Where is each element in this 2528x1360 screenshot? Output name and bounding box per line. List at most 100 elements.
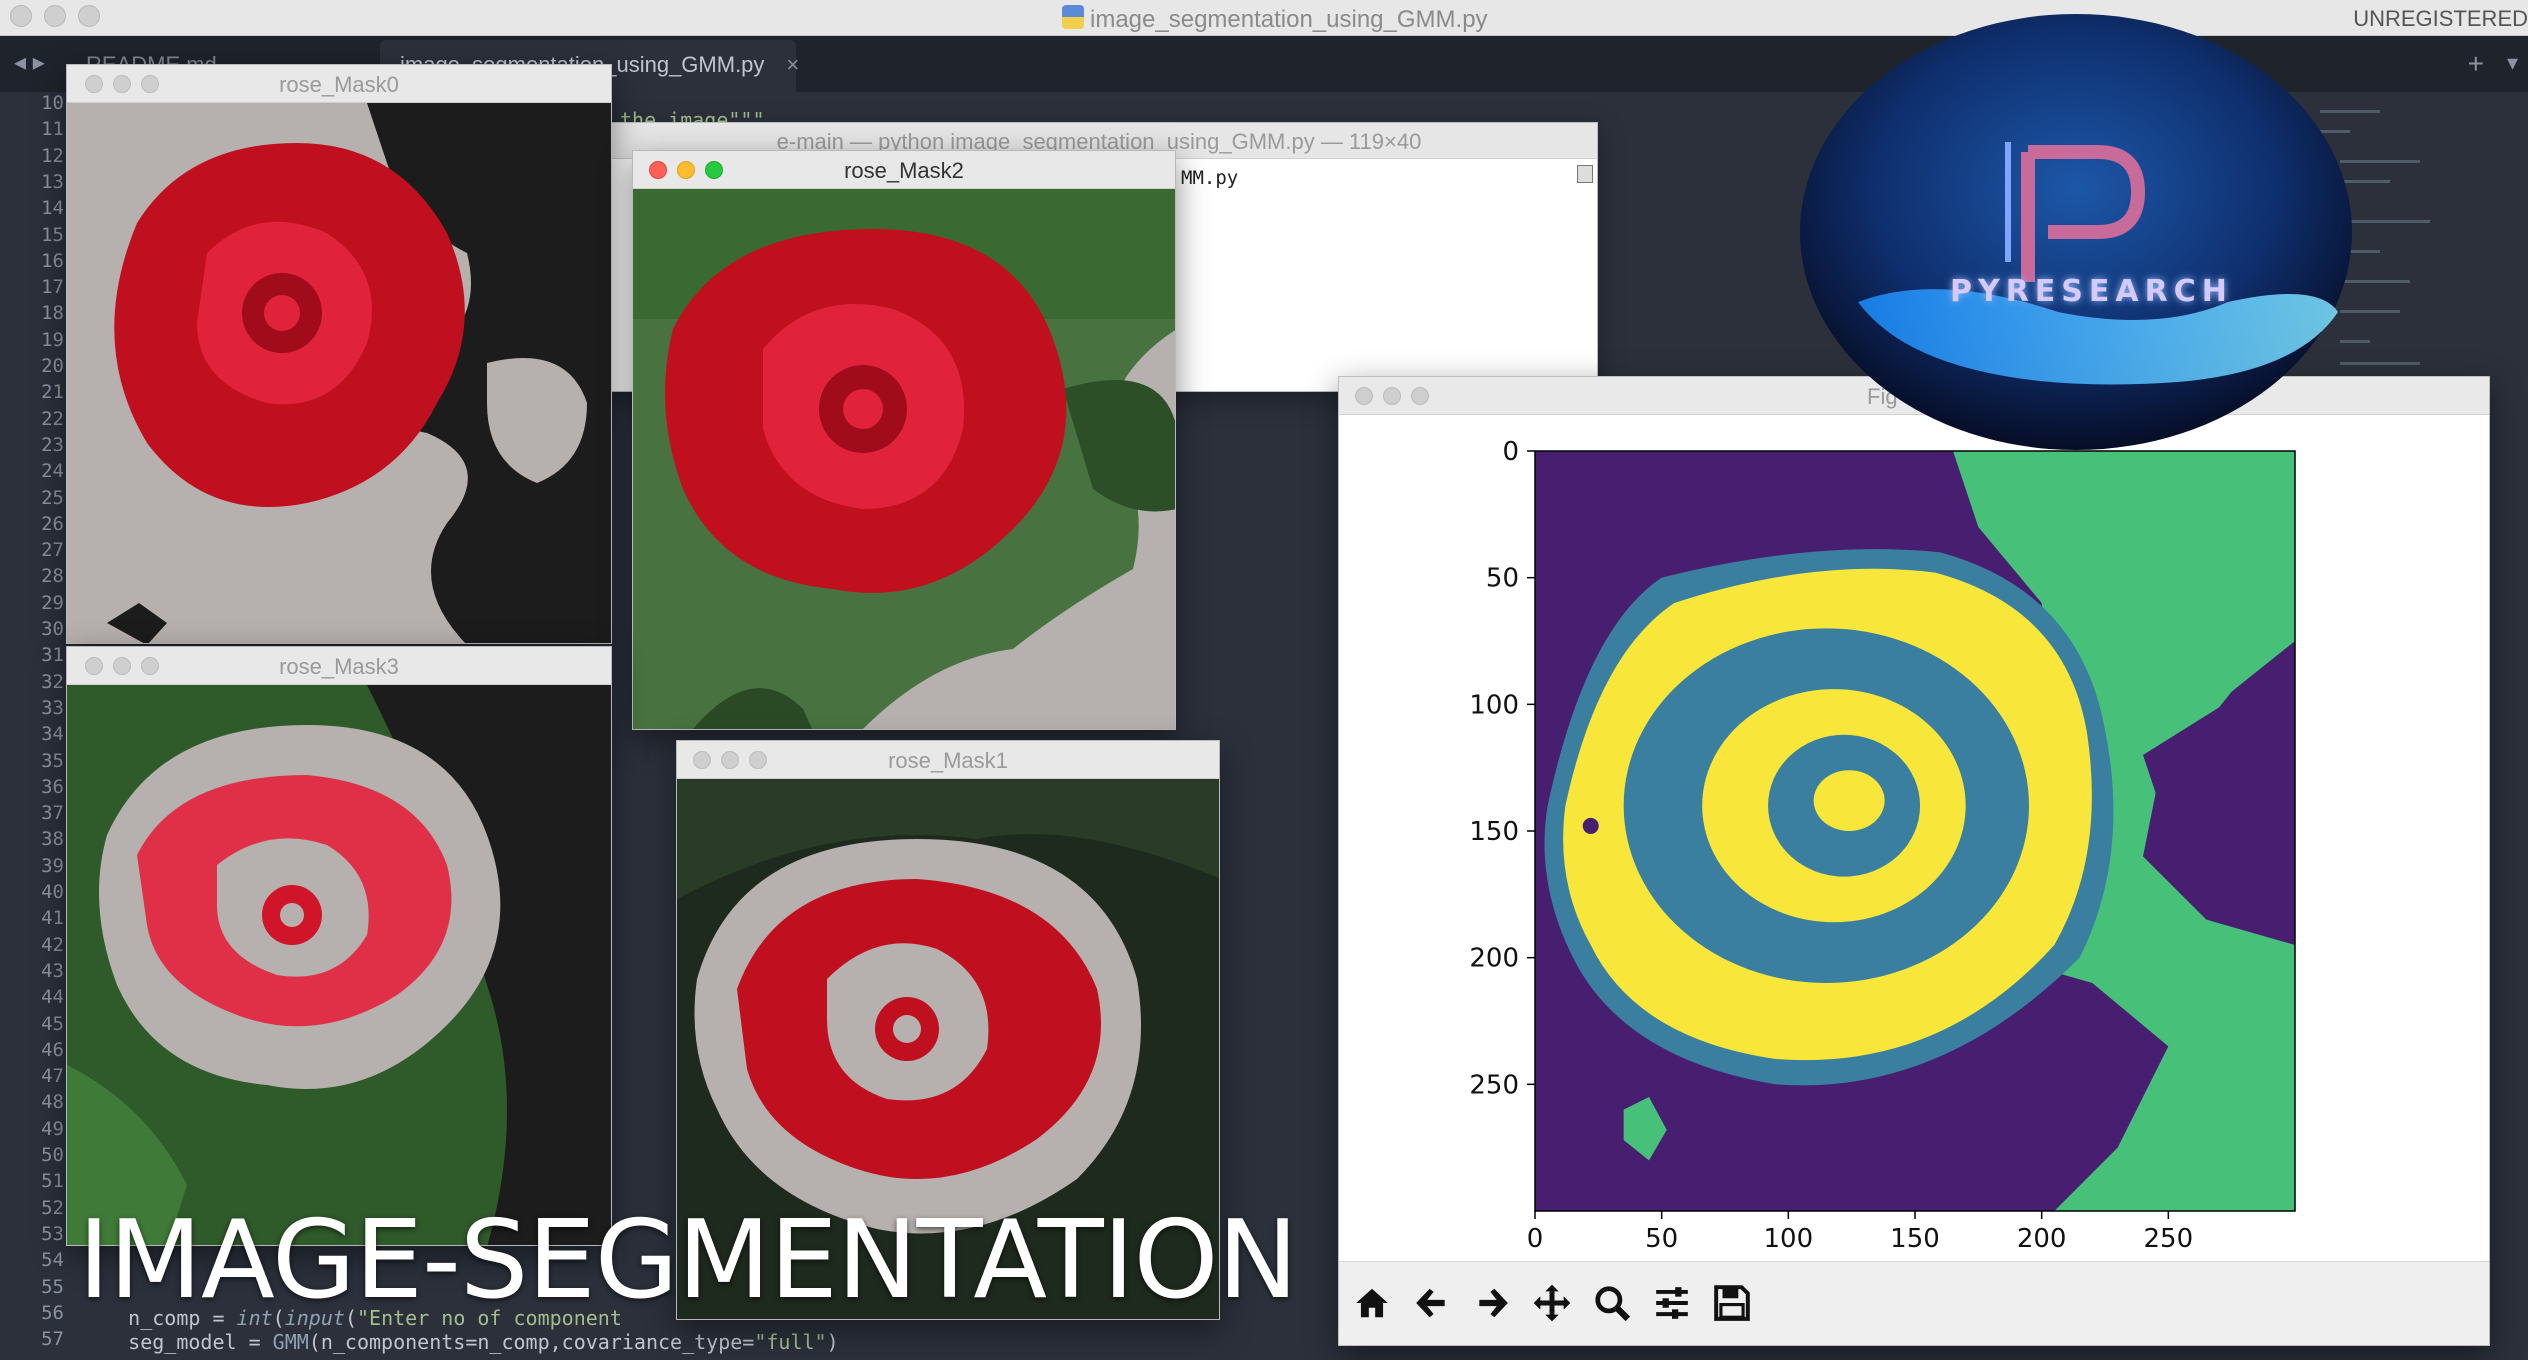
home-icon[interactable] — [1345, 1276, 1399, 1330]
mask0-image — [67, 103, 611, 643]
new-tab-button[interactable]: + — [2468, 48, 2484, 80]
segment-small-hole — [1582, 817, 1599, 834]
window-rose-mask0[interactable]: rose_Mask0 — [66, 64, 612, 644]
segment-core-yellow — [1813, 770, 1885, 831]
mask2-image — [633, 189, 1175, 729]
y-tick-label: 100 — [1469, 690, 1519, 720]
license-label: UNREGISTERED — [2353, 6, 2528, 31]
line-number: 51 — [41, 1170, 64, 1193]
window-titlebar[interactable]: rose_Mask3 — [67, 647, 611, 685]
y-tick-label: 0 — [1502, 437, 1519, 467]
tab-menu-button[interactable]: ▾ — [2507, 50, 2518, 76]
line-number: 33 — [41, 696, 64, 719]
line-number: 57 — [41, 1328, 64, 1351]
line-number: 18 — [41, 302, 64, 325]
logo-text: PYRESEARCH — [1950, 274, 2233, 309]
line-number: 47 — [41, 1065, 64, 1088]
line-number: 10 — [41, 92, 64, 114]
terminal-output: MM.py — [1181, 167, 1239, 189]
line-number: 25 — [41, 486, 64, 509]
line-number: 16 — [41, 249, 64, 272]
back-arrow-icon[interactable] — [1405, 1276, 1459, 1330]
minimize-window-button[interactable] — [44, 5, 66, 27]
y-tick-label: 250 — [1469, 1070, 1519, 1100]
line-number: 37 — [41, 802, 64, 825]
window-title: rose_Mask2 — [844, 158, 964, 183]
tab-close-icon[interactable]: × — [786, 52, 799, 77]
zoom-icon[interactable] — [1585, 1276, 1639, 1330]
x-tick-label: 0 — [1527, 1224, 1544, 1254]
line-number: 43 — [41, 959, 64, 982]
desktop: image_segmentation_using_GMM.py UNREGIST… — [0, 0, 2528, 1360]
line-number: 27 — [41, 539, 64, 562]
line-number: 19 — [41, 328, 64, 351]
line-number: 48 — [41, 1091, 64, 1114]
x-tick-label: 50 — [1645, 1224, 1678, 1254]
pyresearch-logo: PYRESEARCH — [1798, 12, 2354, 452]
line-number: 11 — [41, 118, 64, 141]
figure-toolbar — [1339, 1261, 2489, 1345]
line-number: 21 — [41, 381, 64, 404]
line-number: 40 — [41, 881, 64, 903]
line-number: 46 — [41, 1038, 64, 1061]
mask3-image — [67, 685, 611, 1245]
line-number: 50 — [41, 1144, 64, 1166]
python-file-icon — [1062, 5, 1084, 29]
window-rose-mask2[interactable]: rose_Mask2 — [632, 150, 1176, 730]
window-title: rose_Mask0 — [279, 72, 399, 97]
line-number: 29 — [41, 591, 64, 614]
line-number: 24 — [41, 460, 64, 483]
line-number: 34 — [41, 723, 64, 746]
window-title: rose_Mask1 — [888, 748, 1008, 773]
line-number: 32 — [41, 670, 64, 693]
line-number: 56 — [41, 1301, 64, 1324]
line-number: 44 — [41, 986, 64, 1009]
window-titlebar[interactable]: rose_Mask0 — [67, 65, 611, 103]
line-number: 13 — [41, 170, 64, 193]
line-number: 26 — [41, 512, 64, 535]
line-number: 12 — [41, 144, 64, 167]
line-number: 53 — [41, 1222, 64, 1245]
figure-window[interactable]: Fig 0 50 100 150 200 250 0 50 100 150 200 250 — [1338, 376, 2490, 1346]
window-titlebar[interactable]: rose_Mask1 — [677, 741, 1219, 779]
y-tick-label: 150 — [1469, 817, 1519, 847]
line-number: 17 — [41, 276, 64, 299]
configure-subplots-icon[interactable] — [1645, 1276, 1699, 1330]
x-tick-label: 250 — [2144, 1224, 2194, 1254]
window-title: image_segmentation_using_GMM.py — [1090, 6, 1488, 33]
line-number: 39 — [41, 854, 64, 877]
line-number: 23 — [41, 433, 64, 456]
line-number: 20 — [41, 355, 64, 377]
line-number: 38 — [41, 828, 64, 851]
line-number: 31 — [41, 644, 64, 667]
line-number: 42 — [41, 933, 64, 956]
segmentation-plot[interactable]: 0 50 100 150 200 250 0 50 100 150 200 250 — [1339, 415, 2489, 1263]
terminal-scrollbar[interactable] — [1577, 165, 1593, 183]
line-number: 55 — [41, 1275, 64, 1298]
line-number: 45 — [41, 1012, 64, 1035]
x-tick-label: 150 — [1890, 1224, 1940, 1254]
line-number: 49 — [41, 1117, 64, 1140]
line-number: 35 — [41, 749, 64, 772]
window-rose-mask3[interactable]: rose_Mask3 — [66, 646, 612, 1246]
line-number: 41 — [41, 907, 64, 930]
line-number: 54 — [41, 1249, 64, 1272]
line-number: 28 — [41, 565, 64, 588]
pan-icon[interactable] — [1525, 1276, 1579, 1330]
code-line-56: seg_model = GMM(n_components=n_comp,cova… — [128, 1330, 839, 1354]
zoom-window-button[interactable] — [78, 5, 100, 27]
line-number: 36 — [41, 775, 64, 798]
headline: IMAGE-SEGMENTATION — [78, 1198, 1298, 1323]
y-tick-label: 200 — [1469, 944, 1519, 974]
forward-arrow-icon[interactable] — [1465, 1276, 1519, 1330]
tab-nav-arrows[interactable]: ◂ ▸ — [14, 48, 45, 77]
line-number: 52 — [41, 1196, 64, 1219]
line-number: 15 — [41, 223, 64, 246]
x-tick-label: 200 — [2017, 1224, 2067, 1254]
window-titlebar[interactable]: rose_Mask2 — [633, 151, 1175, 189]
save-icon[interactable] — [1705, 1276, 1759, 1330]
close-window-button[interactable] — [10, 5, 32, 27]
line-number: 22 — [41, 407, 64, 430]
line-number-gutter: 10 11 12 13 14 15 16 17 18 19 20 21 22 23 24 25 26 27 28 29… — [0, 92, 66, 1360]
line-number: 30 — [41, 618, 64, 640]
